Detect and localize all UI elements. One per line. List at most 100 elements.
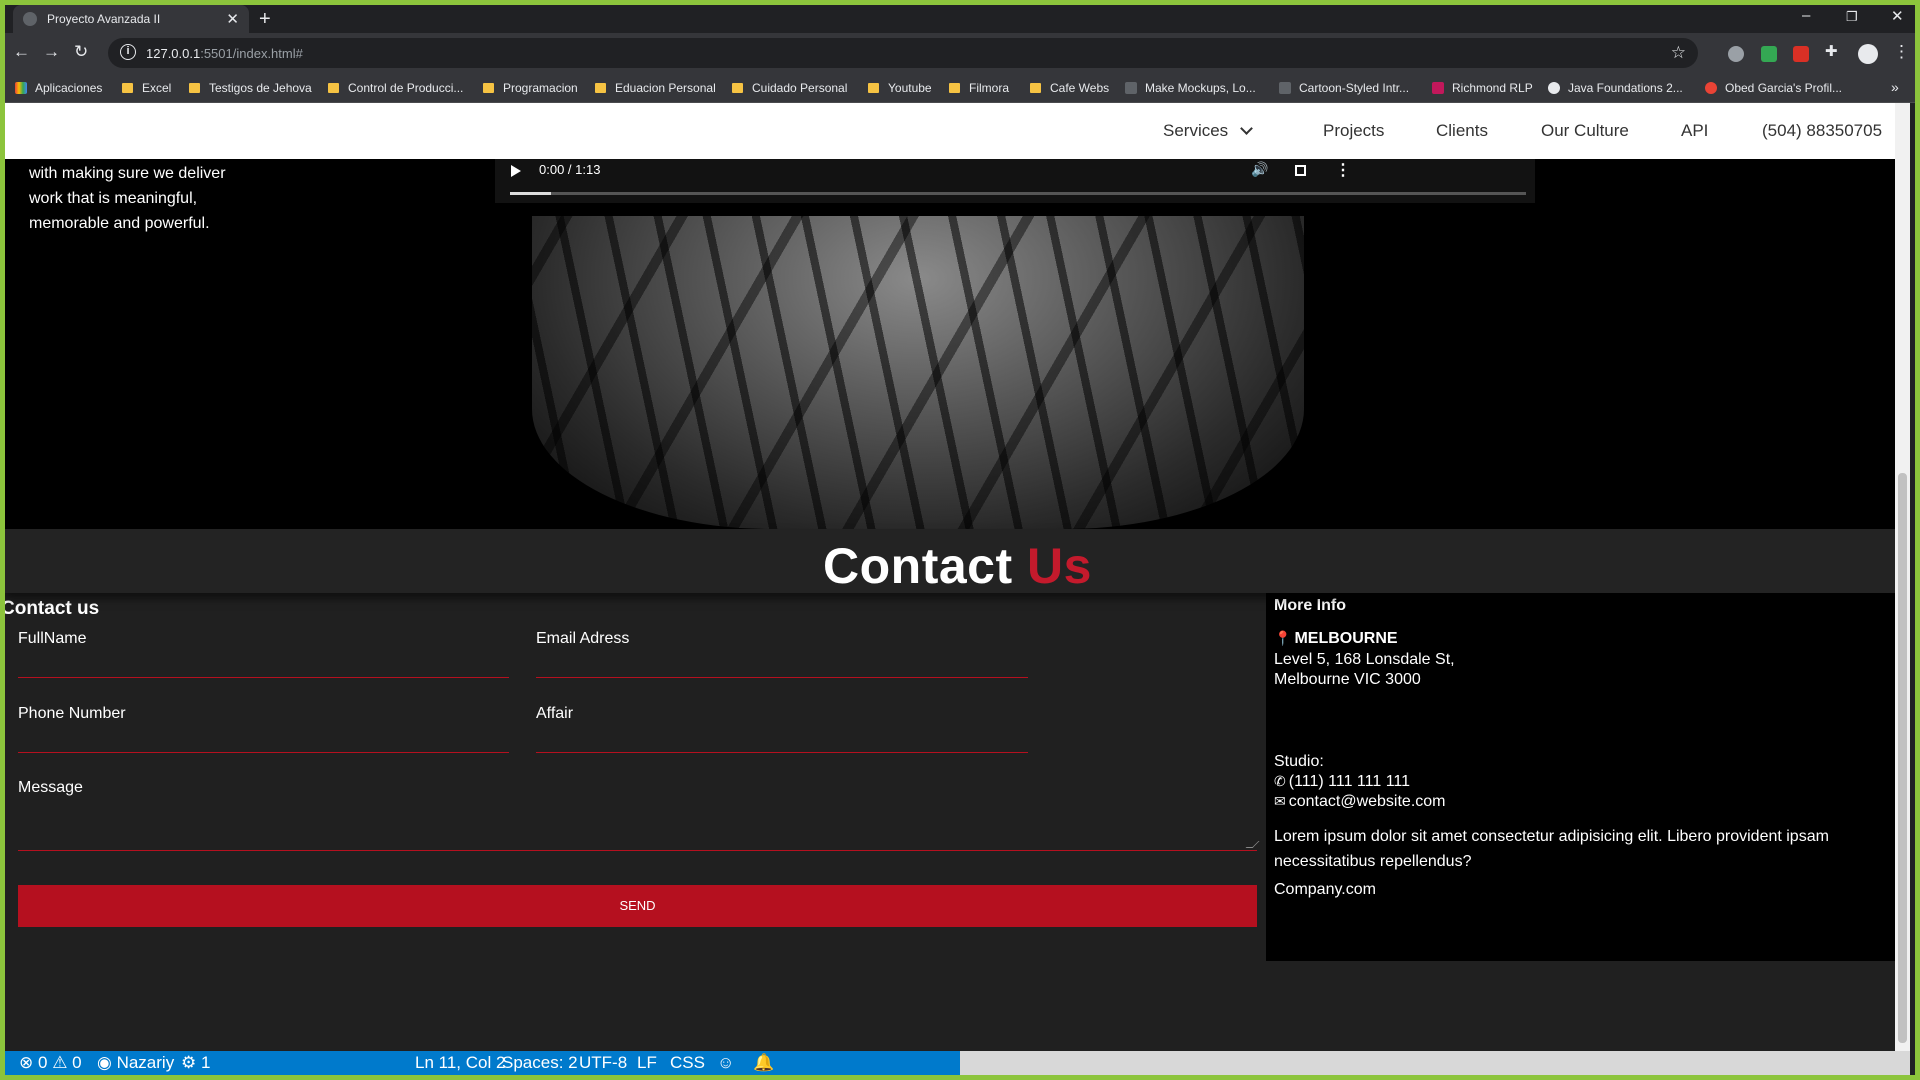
url-text[interactable]: 127.0.0.1:5501/index.html# — [146, 46, 303, 61]
extension-icon[interactable] — [1728, 46, 1744, 62]
minimize-icon[interactable]: – — [1802, 7, 1810, 24]
folder-icon — [122, 83, 133, 93]
bookmark-item[interactable]: Cuidado Personal — [732, 81, 847, 95]
broadcast-icon: ◉ — [97, 1053, 112, 1072]
bookmark-item[interactable]: Eduacion Personal — [595, 81, 716, 95]
browser-tab[interactable]: Proyecto Avanzada II ✕ — [13, 5, 249, 33]
window-close-icon[interactable]: ✕ — [1891, 7, 1904, 25]
site-icon — [1548, 82, 1560, 94]
bookmarks-bar: Aplicaciones Excel Testigos de Jehova Co… — [5, 73, 1915, 103]
fullscreen-icon[interactable] — [1295, 165, 1306, 176]
status-bar-left: ⊗ 0 ⚠ 0 ◉ Nazariy ⚙ 1 Ln 11, Col 2 Space… — [5, 1051, 960, 1075]
bookmark-apps[interactable]: Aplicaciones — [15, 81, 102, 95]
bookmark-star-icon[interactable]: ☆ — [1671, 43, 1686, 63]
send-button[interactable]: SEND — [18, 885, 1257, 927]
nav-services[interactable]: Services — [1163, 121, 1254, 141]
bookmark-item[interactable]: Testigos de Jehova — [189, 81, 312, 95]
bookmark-item[interactable]: Programacion — [483, 81, 578, 95]
site-navbar: Services Projects Clients Our Culture AP… — [5, 103, 1910, 159]
bookmark-item[interactable]: Make Mockups, Lo... — [1125, 81, 1256, 95]
volume-icon[interactable]: 🔊 — [1251, 161, 1268, 178]
language-mode[interactable]: CSS — [670, 1053, 705, 1073]
phone-label: Phone Number — [18, 705, 126, 722]
email-field[interactable] — [536, 677, 1028, 678]
apps-grid-icon — [15, 82, 27, 94]
feedback-icon[interactable]: ☺ — [717, 1053, 734, 1073]
site-icon — [1432, 82, 1444, 94]
bookmark-item[interactable]: Control de Producci... — [328, 81, 463, 95]
forward-icon[interactable]: → — [43, 42, 60, 62]
more-options-icon[interactable]: ⋮ — [1335, 160, 1351, 180]
folder-icon — [868, 83, 879, 93]
nav-our-culture[interactable]: Our Culture — [1541, 121, 1629, 141]
pdf-extension-icon[interactable] — [1793, 46, 1809, 62]
message-textarea[interactable] — [18, 811, 1260, 851]
bookmark-item[interactable]: Richmond RLP — [1432, 81, 1533, 95]
nav-projects[interactable]: Projects — [1323, 121, 1384, 141]
studio-label: Studio: — [1274, 753, 1324, 770]
contact-form: Contact us FullName Email Adress Phone N… — [5, 593, 1266, 961]
back-icon[interactable]: ← — [13, 42, 30, 62]
envelope-icon: ✉ — [1274, 793, 1286, 809]
play-icon[interactable] — [511, 165, 521, 177]
cursor-position[interactable]: Ln 11, Col 2 — [415, 1053, 505, 1073]
browser-window: Proyecto Avanzada II ✕ + – ❐ ✕ ← → ↻ i 1… — [5, 5, 1915, 1075]
more-info-panel: More Info 📍 MELBOURNE Level 5, 168 Lonsda… — [1266, 593, 1910, 961]
folder-icon — [595, 83, 606, 93]
map-pin-icon: 📍 — [1274, 630, 1292, 646]
hero-text: with making sure we deliver work that is… — [29, 161, 226, 236]
bookmark-item[interactable]: Excel — [122, 81, 171, 95]
bookmark-item[interactable]: Cartoon-Styled Intr... — [1279, 81, 1409, 95]
info-icon[interactable]: i — [120, 44, 136, 60]
tab-title: Proyecto Avanzada II — [47, 12, 161, 26]
folder-icon — [732, 83, 743, 93]
video-frame[interactable] — [532, 216, 1304, 529]
menu-icon[interactable]: ⋮ — [1893, 42, 1910, 62]
fullname-field[interactable] — [18, 677, 509, 678]
fullname-label: FullName — [18, 630, 87, 647]
indentation[interactable]: Spaces: 2 — [502, 1053, 578, 1073]
phone-icon: ✆ — [1274, 773, 1286, 789]
bookmark-item[interactable]: Filmora — [949, 81, 1009, 95]
address-bar[interactable]: i 127.0.0.1:5501/index.html# ☆ — [108, 38, 1698, 68]
extension-icon[interactable] — [1761, 46, 1777, 62]
profile-avatar[interactable] — [1858, 44, 1878, 64]
nav-api[interactable]: API — [1681, 121, 1708, 141]
studio-email[interactable]: ✉ contact@website.com — [1274, 793, 1445, 811]
encoding[interactable]: UTF-8 — [579, 1053, 627, 1073]
affair-field[interactable] — [536, 752, 1028, 753]
user-indicator[interactable]: ◉ Nazariy — [97, 1053, 174, 1073]
nav-phone[interactable]: (504) 88350705 — [1762, 121, 1882, 141]
close-tab-icon[interactable]: ✕ — [226, 10, 239, 28]
bookmark-item[interactable]: Obed Garcia's Profil... — [1705, 81, 1842, 95]
link-icon — [1279, 82, 1291, 94]
video-progress-fill — [510, 192, 551, 195]
message-label: Message — [18, 779, 83, 796]
problems-indicator[interactable]: ⊗ 0 ⚠ 0 — [19, 1053, 82, 1073]
address-line-1: Level 5, 168 Lonsdale St, — [1274, 651, 1455, 668]
phone-field[interactable] — [18, 752, 509, 753]
browser-toolbar: ← → ↻ i 127.0.0.1:5501/index.html# ☆ ✚ ⋮ — [5, 33, 1915, 73]
resize-handle-icon[interactable] — [1245, 841, 1260, 848]
globe-icon — [23, 12, 37, 26]
bookmark-item[interactable]: Java Foundations 2... — [1548, 81, 1683, 95]
bookmark-item[interactable]: Cafe Webs — [1030, 81, 1109, 95]
company-link[interactable]: Company.com — [1274, 881, 1376, 899]
page-scrollbar[interactable] — [1895, 103, 1910, 1051]
ports-indicator[interactable]: ⚙ 1 — [181, 1053, 210, 1073]
location-heading: 📍 MELBOURNE — [1274, 630, 1398, 647]
nav-clients[interactable]: Clients — [1436, 121, 1488, 141]
new-tab-icon[interactable]: + — [259, 9, 271, 29]
bell-icon[interactable]: 🔔 — [753, 1053, 774, 1073]
warning-icon: ⚠ — [52, 1053, 68, 1072]
bookmark-item[interactable]: Youtube — [868, 81, 932, 95]
studio-phone[interactable]: ✆ (111) 111 111 111 — [1274, 773, 1410, 791]
puzzle-icon[interactable]: ✚ — [1825, 42, 1841, 60]
scrollbar-thumb[interactable] — [1898, 473, 1907, 1043]
reload-icon[interactable]: ↻ — [74, 42, 88, 62]
line-ending[interactable]: LF — [637, 1053, 657, 1073]
more-bookmarks-icon[interactable]: » — [1891, 79, 1899, 95]
video-progress-bar[interactable] — [510, 192, 1526, 195]
restore-icon[interactable]: ❐ — [1846, 9, 1858, 25]
hero-section: with making sure we deliver work that is… — [5, 159, 1910, 529]
